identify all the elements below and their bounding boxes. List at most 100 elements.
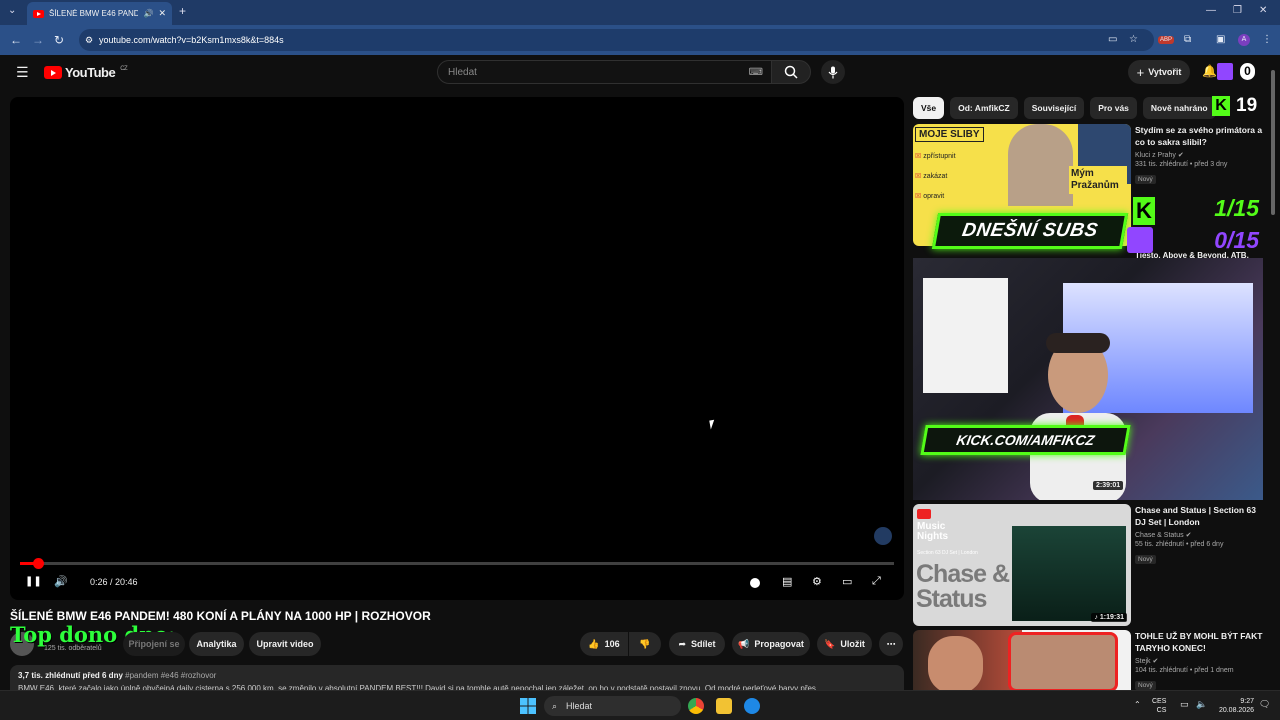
forward-icon[interactable]: →: [32, 33, 44, 47]
dislike-button[interactable]: 👎: [629, 632, 661, 656]
browser-tab[interactable]: ŠÍLENÉ BMW E46 PANDEM! 🔊 ✕: [27, 2, 172, 25]
twitch-logo-icon: [1127, 227, 1153, 253]
recommendation-item[interactable]: TOHLE UŽ BY MOHL BÝT FAKT TARYHO KONEC! …: [913, 630, 1263, 690]
tray-overflow-icon[interactable]: ⌃: [1134, 700, 1141, 709]
bookmark-icon: 🔖: [824, 638, 836, 649]
video-player[interactable]: ❚❚ 🔊 0:26 / 20:46 ▤ ⚙ ▭ ⤢: [10, 97, 904, 600]
recommendation-thumbnail[interactable]: [913, 630, 1131, 690]
progress-bar[interactable]: [20, 562, 894, 565]
new-badge: Nový: [1135, 175, 1156, 184]
network-icon[interactable]: ▭: [1180, 699, 1189, 710]
scrubber-handle[interactable]: [33, 558, 45, 569]
promote-button[interactable]: 📢 Propagovat: [732, 632, 810, 656]
megaphone-icon: 📢: [738, 638, 750, 649]
settings-gear-icon[interactable]: ⚙: [812, 575, 822, 588]
search-input[interactable]: Hledat ⌨: [437, 60, 772, 84]
country-code: CZ: [120, 65, 128, 72]
verified-icon: ✔: [1185, 532, 1192, 539]
maximize-icon[interactable]: ❐: [1233, 5, 1242, 16]
chip-related[interactable]: Související: [1023, 97, 1085, 119]
autoplay-toggle[interactable]: [750, 578, 760, 588]
chip-from-channel[interactable]: Od: AmfikCZ: [950, 97, 1018, 119]
music-nights-logo-icon: [917, 509, 931, 519]
video-duration: ♪ 1:19:31: [1091, 613, 1127, 622]
notification-center-icon[interactable]: 🗨: [1259, 699, 1270, 710]
adblock-icon[interactable]: ABP: [1158, 36, 1175, 44]
notifications-bell-icon[interactable]: 🔔: [1202, 64, 1217, 78]
taskbar-search[interactable]: ⌕ Hledat: [544, 696, 681, 716]
tab-list-icon[interactable]: ⌄: [8, 5, 16, 16]
browser-menu-icon[interactable]: ⋮: [1262, 34, 1272, 45]
youtube-header: ☰ YouTube CZ Hledat ⌨ + Vytvořit 🔔 0: [0, 55, 1280, 90]
verified-icon: ✔: [1152, 658, 1159, 665]
channel-watermark-icon[interactable]: [874, 527, 892, 545]
notification-count: 0: [1240, 63, 1255, 80]
subtitles-icon[interactable]: ▤: [782, 575, 792, 588]
volume-tray-icon[interactable]: 🔈: [1196, 699, 1207, 710]
edit-video-button[interactable]: Upravit video: [249, 632, 321, 656]
mouse-cursor-icon: [709, 419, 718, 430]
recommendation-channel[interactable]: Stejk ✔: [1135, 657, 1263, 665]
youtube-logo-icon: [44, 66, 62, 79]
media-player-icon[interactable]: [744, 698, 760, 714]
extensions-icon[interactable]: ⧉: [1184, 34, 1191, 45]
windows-taskbar: ⌕ Hledat ⌃ CES CS ▭ 🔈 9:27 20.08.2026 🗨: [0, 690, 1280, 720]
recommendation-channel[interactable]: Kluci z Prahy ✔: [1135, 151, 1263, 159]
address-toolbar: ← → ↻ ⚙ youtube.com/watch?v=b2Ksm1mxs8k&…: [0, 25, 1280, 55]
recommendation-info: Chase and Status | Section 63 DJ Set | L…: [1135, 504, 1263, 566]
microphone-icon: [828, 66, 838, 78]
chrome-icon[interactable]: [688, 698, 704, 714]
minimize-icon[interactable]: —: [1206, 5, 1216, 16]
file-explorer-icon[interactable]: [716, 698, 732, 714]
scrollbar-thumb[interactable]: [1271, 70, 1275, 215]
recommendation-meta: 331 tis. zhlédnutí • před 3 dny: [1135, 161, 1228, 168]
new-badge: Nový: [1135, 681, 1156, 690]
system-clock[interactable]: 9:27 20.08.2026: [1212, 697, 1254, 715]
windows-start-icon[interactable]: [520, 698, 536, 714]
bookmark-star-icon[interactable]: ☆: [1129, 34, 1138, 45]
youtube-logo[interactable]: YouTube CZ: [44, 65, 128, 80]
url-field[interactable]: ⚙ youtube.com/watch?v=b2Ksm1mxs8k&t=884s: [79, 29, 1154, 51]
create-button[interactable]: + Vytvořit: [1128, 60, 1190, 84]
pause-icon[interactable]: ❚❚: [25, 576, 42, 587]
time-display: 0:26 / 20:46: [90, 577, 138, 587]
save-button[interactable]: 🔖 Uložit: [817, 632, 872, 656]
hashtags[interactable]: #pandem #e46 #rozhovor: [125, 671, 216, 680]
reload-icon[interactable]: ↻: [54, 33, 64, 47]
keyboard-icon[interactable]: ⌨: [749, 67, 763, 78]
thumb-item: ☒ zakázat: [915, 173, 948, 180]
recommendation-item[interactable]: Music Nights Section 63 DJ Set | London …: [913, 504, 1263, 626]
share-button[interactable]: ➦ Sdílet: [669, 632, 725, 656]
window-close-icon[interactable]: ✕: [1259, 5, 1267, 16]
page-scrollbar[interactable]: [1270, 60, 1276, 690]
thumb-caption: Mým Pražanům: [1069, 166, 1127, 194]
recommendation-title[interactable]: TOHLE UŽ BY MOHL BÝT FAKT TARYHO KONEC!: [1135, 630, 1263, 654]
profile-avatar[interactable]: A: [1238, 34, 1250, 46]
chip-recently-uploaded[interactable]: Nově nahráno: [1142, 97, 1216, 119]
cast-icon[interactable]: ▭: [1108, 34, 1117, 45]
voice-search-button[interactable]: [821, 60, 845, 84]
search-button[interactable]: [771, 60, 811, 84]
site-info-icon[interactable]: ⚙: [85, 35, 93, 46]
hamburger-menu-icon[interactable]: ☰: [16, 64, 29, 81]
recommendation-title[interactable]: Stydím se za svého primátora a co to sak…: [1135, 124, 1263, 148]
volume-icon[interactable]: 🔊: [54, 575, 68, 588]
new-tab-button[interactable]: +: [179, 4, 186, 18]
recommendation-channel[interactable]: Chase & Status ✔: [1135, 531, 1263, 539]
like-button[interactable]: 👍 106: [580, 632, 628, 656]
recommendation-meta: 104 tis. zhlédnutí • před 1 dnem: [1135, 667, 1234, 674]
analytics-button[interactable]: Analytika: [189, 632, 244, 656]
theater-mode-icon[interactable]: ▭: [842, 575, 852, 588]
chip-for-you[interactable]: Pro vás: [1090, 97, 1137, 119]
audio-playing-icon[interactable]: 🔊: [143, 9, 153, 18]
extension-icon[interactable]: ▣: [1216, 34, 1225, 45]
tab-close-icon[interactable]: ✕: [158, 8, 166, 19]
more-actions-button[interactable]: ⋯: [879, 632, 903, 656]
connect-button[interactable]: Připojení se: [123, 632, 185, 656]
input-language[interactable]: CES CS: [1152, 697, 1166, 715]
recommendation-title[interactable]: Chase and Status | Section 63 DJ Set | L…: [1135, 504, 1263, 528]
recommendation-thumbnail[interactable]: Music Nights Section 63 DJ Set | London …: [913, 504, 1131, 626]
fullscreen-icon[interactable]: ⤢: [872, 575, 881, 588]
back-icon[interactable]: ←: [10, 33, 22, 47]
chip-all[interactable]: Vše: [913, 97, 945, 119]
